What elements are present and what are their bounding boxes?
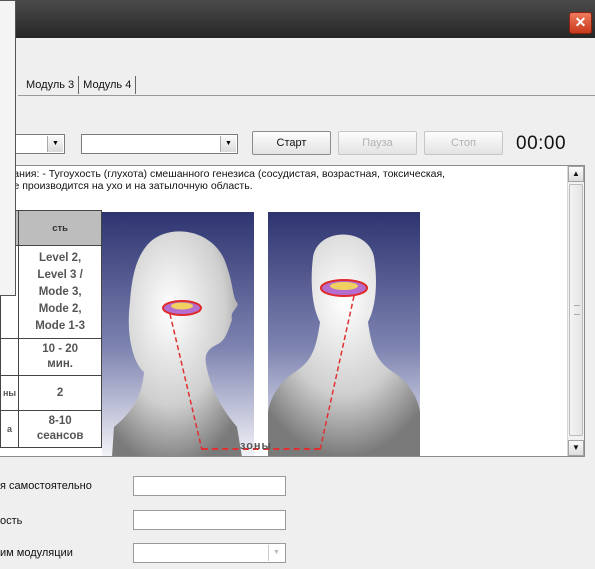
description-line-2: вие производится на ухо и на затылочную … <box>2 179 253 192</box>
modulation-select[interactable]: ▼ <box>133 543 286 563</box>
start-button[interactable]: Старт <box>252 131 331 155</box>
description-text: евания: - Тугоухость (глухота) смешанног… <box>2 168 560 192</box>
table-cell: а <box>0 410 20 448</box>
stop-button[interactable]: Стоп <box>424 131 503 155</box>
head-back-view-image <box>268 212 420 456</box>
overlay-panel <box>0 0 16 296</box>
mode-select[interactable]: ▼ <box>81 134 238 154</box>
table-cell: 10 - 20 мин. <box>18 338 103 376</box>
close-icon: ✕ <box>574 14 587 30</box>
head-side-view-image <box>102 212 254 456</box>
session-timer: 00:00 <box>516 133 567 154</box>
description-panel: евания: - Тугоухость (глухота) смешанног… <box>0 165 585 457</box>
title-bar: ✕ <box>0 0 595 38</box>
table-header: сть <box>18 210 103 246</box>
field-label-independent: я самостоятельно <box>0 480 92 492</box>
field-label-modulation: им модуляции <box>0 547 73 559</box>
scroll-up-icon[interactable]: ▲ <box>568 166 584 182</box>
tab-module-3[interactable]: Модуль 3 <box>22 76 80 94</box>
table-row: ны 2 <box>0 375 103 411</box>
zones-label: зоны <box>240 440 272 452</box>
tabs-divider <box>18 95 595 96</box>
vertical-scrollbar[interactable]: ▲ ▼ <box>567 166 584 456</box>
chevron-down-icon[interactable]: ▼ <box>47 136 63 152</box>
table-cell: Level 2, Level 3 / Mode 3, Mode 2, Mode … <box>18 245 103 339</box>
scrollbar-thumb[interactable] <box>569 184 583 436</box>
independent-input[interactable] <box>133 476 286 496</box>
scroll-down-icon[interactable]: ▼ <box>568 440 584 456</box>
table-cell <box>0 338 20 376</box>
table-row: а 8-10 сеансов <box>0 410 103 448</box>
description-line-1: евания: - Тугоухость (глухота) смешанног… <box>2 168 446 180</box>
field-label-intensity: ость <box>0 515 23 527</box>
chevron-down-icon[interactable]: ▼ <box>220 136 236 152</box>
close-button[interactable]: ✕ <box>569 12 592 34</box>
intensity-input[interactable] <box>133 510 286 530</box>
table-cell: 2 <box>18 375 103 411</box>
chevron-down-icon[interactable]: ▼ <box>268 545 284 561</box>
table-row: 10 - 20 мин. <box>0 338 103 376</box>
module-tabs: Модуль 3 Модуль 4 <box>22 76 137 94</box>
table-cell: ны <box>0 375 20 411</box>
pause-button[interactable]: Пауза <box>338 131 417 155</box>
table-cell: 8-10 сеансов <box>18 410 103 448</box>
tab-module-4[interactable]: Модуль 4 <box>79 76 137 94</box>
